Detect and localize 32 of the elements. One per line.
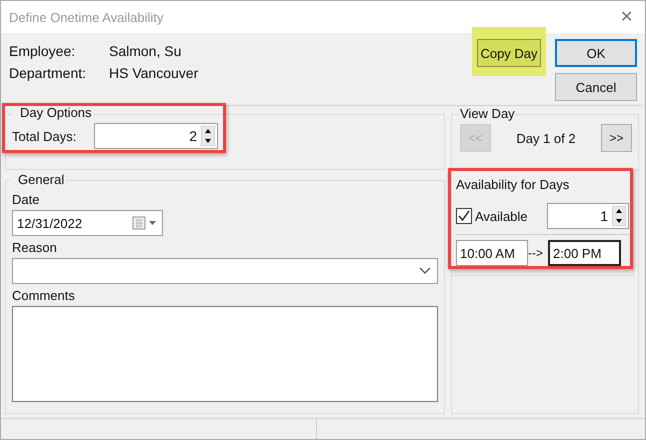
chevron-down-icon — [419, 267, 431, 275]
start-time-field[interactable]: 10:00 AM — [456, 240, 528, 266]
field-label: Employee: — [9, 43, 76, 61]
comments-field[interactable] — [12, 306, 438, 402]
copy-day-button[interactable]: Copy Day — [477, 39, 541, 67]
group-title: Day Options — [12, 105, 94, 121]
date-picker[interactable]: 12/31/2022 — [12, 210, 163, 236]
date-label: Date — [12, 192, 40, 208]
group-title: Availability for Days — [456, 177, 570, 193]
spinner-arrows-icon[interactable] — [201, 126, 215, 146]
cancel-button[interactable]: Cancel — [555, 73, 637, 101]
window-title: Define Onetime Availability — [9, 10, 164, 24]
day-indicator: Day 1 of 2 — [516, 130, 576, 146]
next-day-button[interactable]: >> — [600, 124, 632, 152]
ok-button[interactable]: OK — [555, 39, 637, 67]
field-value: Salmon, Su — [109, 43, 182, 61]
end-time-field[interactable]: 2:00 PM — [548, 240, 621, 266]
field-value: HS Vancouver — [109, 65, 198, 83]
calendar-icon — [132, 216, 158, 230]
reason-label: Reason — [12, 240, 58, 256]
group-title: View Day — [458, 106, 515, 122]
total-days-label: Total Days: — [12, 128, 78, 144]
total-days-spinner[interactable]: 2 — [94, 123, 218, 149]
close-button[interactable]: ✕ — [620, 7, 633, 27]
reason-dropdown[interactable] — [12, 258, 438, 284]
spinner-arrows-icon[interactable] — [612, 206, 626, 226]
count-spinner[interactable]: 1 — [547, 203, 629, 229]
field-label: Department: — [9, 65, 88, 83]
available-checkbox[interactable] — [456, 208, 472, 224]
comments-label: Comments — [12, 288, 76, 304]
arrow-text: --> — [528, 246, 544, 260]
available-label: Available — [475, 208, 528, 224]
